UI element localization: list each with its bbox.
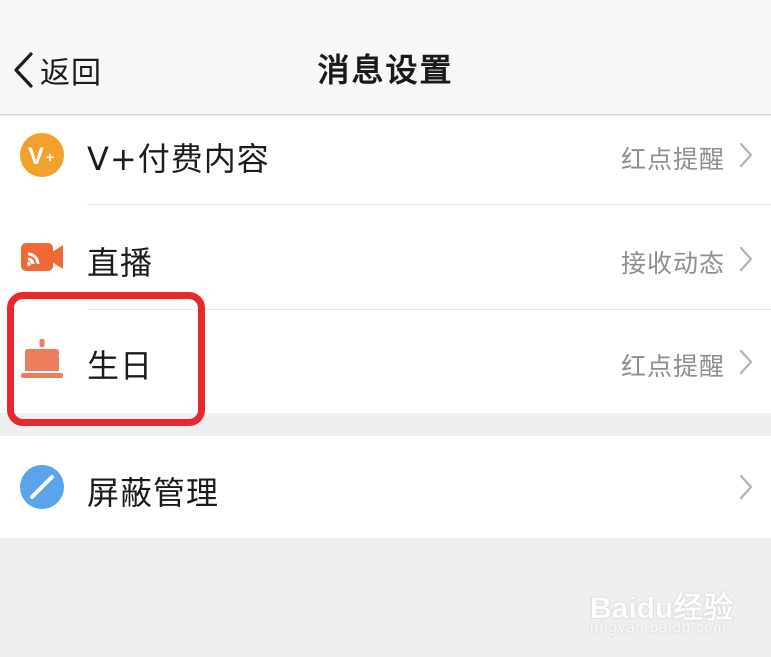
blocking-settings-group: 屏蔽管理 (0, 436, 771, 538)
chevron-right-icon (739, 142, 753, 168)
navigation-bar: 返回 消息设置 (0, 0, 771, 115)
live-broadcast-icon (19, 234, 65, 280)
chevron-right-icon (739, 474, 753, 500)
v-plus-icon: V + (19, 132, 65, 178)
watermark: Baidu经验 jingyan.baidu.com (590, 575, 760, 645)
annotation-highlight-box (7, 292, 205, 426)
svg-text:+: + (46, 149, 54, 165)
chevron-right-icon (739, 349, 753, 375)
watermark-url: jingyan.baidu.com (590, 621, 727, 636)
row-value-live: 接收动态 (620, 249, 725, 278)
settings-row-blocking[interactable]: 屏蔽管理 (0, 436, 771, 538)
page-title: 消息设置 (317, 51, 454, 89)
chevron-right-icon (739, 246, 753, 272)
settings-row-v-plus[interactable]: V + V+付费内容 红点提醒 (0, 116, 771, 204)
block-icon (19, 464, 65, 510)
row-label-live: 直播 (87, 244, 154, 282)
svg-text:V: V (28, 143, 44, 170)
row-label-blocking: 屏蔽管理 (87, 474, 220, 512)
row-value-v-plus: 红点提醒 (620, 145, 725, 174)
row-label-v-plus: V+付费内容 (87, 140, 270, 178)
row-value-birthday: 红点提醒 (620, 352, 725, 381)
